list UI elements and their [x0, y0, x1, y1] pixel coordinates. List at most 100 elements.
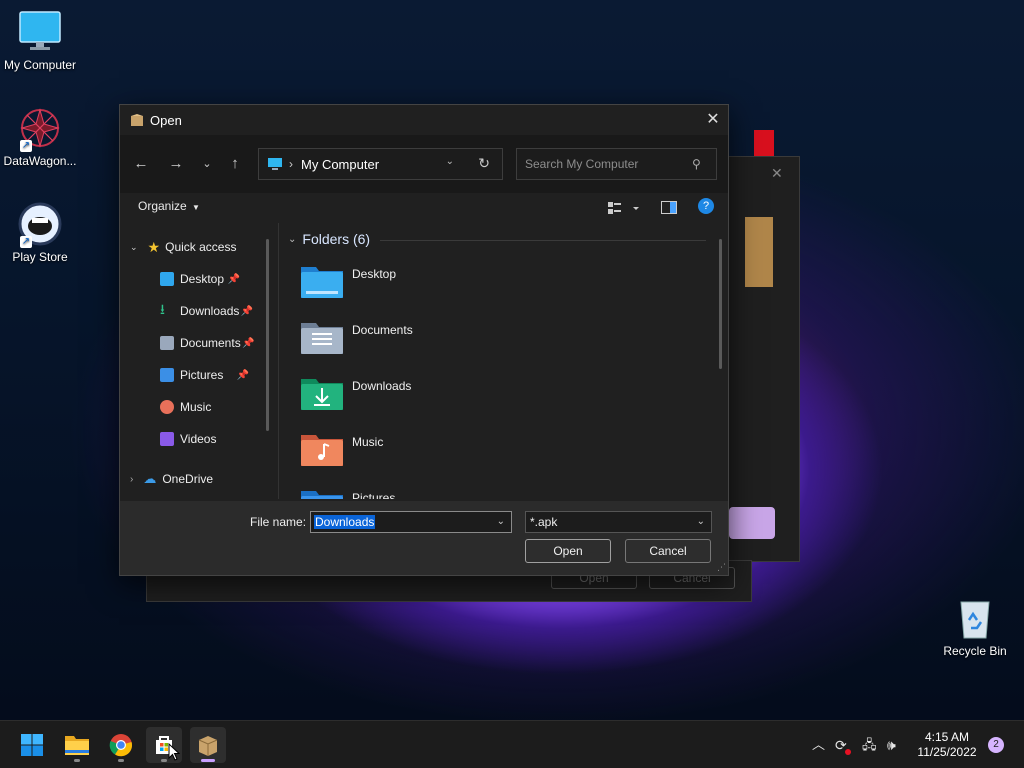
package-box-icon: [745, 217, 773, 287]
file-name-field[interactable]: Downloads ⌄: [310, 511, 512, 533]
sidebar-scrollbar[interactable]: [266, 239, 269, 431]
package-box-icon: [131, 114, 143, 126]
preview-pane-button[interactable]: [661, 201, 677, 217]
forward-button[interactable]: →: [165, 153, 187, 175]
folder-name: Downloads: [352, 379, 412, 393]
resize-grip-icon[interactable]: ⋰: [717, 562, 726, 573]
sync-icon[interactable]: ⟳: [835, 721, 847, 768]
mouse-cursor-icon: [168, 742, 181, 764]
breadcrumb-location[interactable]: My Computer: [301, 157, 379, 172]
desktop-icon-play-store[interactable]: ↗ Play Store: [0, 202, 80, 264]
recycle-bin-icon: [953, 596, 997, 640]
sidebar-item-label: Pictures: [180, 368, 224, 382]
sidebar-item-label: Quick access: [165, 240, 237, 254]
pictures-icon: [160, 368, 174, 382]
up-button[interactable]: ↑: [224, 153, 246, 175]
clock-date: 11/25/2022: [917, 745, 977, 759]
sidebar-item-desktop[interactable]: Desktop 📌: [160, 268, 240, 290]
sidebar-item-music[interactable]: Music: [160, 396, 211, 418]
sidebar-item-documents[interactable]: Documents 📌: [160, 332, 255, 354]
desktop-icon-datawagon[interactable]: ↗ DataWagon...: [0, 106, 80, 168]
taskbar-file-explorer[interactable]: [59, 727, 95, 763]
list-item-music[interactable]: Music: [300, 431, 600, 475]
collapse-chevron-icon[interactable]: ›: [130, 474, 133, 485]
address-field[interactable]: › My Computer ⌄ ↻: [258, 148, 503, 180]
file-name-area: File name: Downloads ⌄ *.apk ⌄ Open Canc…: [120, 501, 728, 575]
folder-name: Pictures: [352, 491, 396, 499]
package-box-icon: [198, 736, 218, 756]
sidebar-item-label: Videos: [180, 432, 217, 446]
address-dropdown-chevron-icon[interactable]: ⌄: [446, 156, 454, 167]
music-folder-icon: [301, 435, 343, 466]
windows-logo-icon: [21, 734, 43, 756]
sidebar-item-pictures[interactable]: Pictures 📌: [160, 364, 249, 386]
taskbar-package-app[interactable]: [190, 727, 226, 763]
sync-error-badge: [845, 749, 851, 755]
folder-icon: [65, 736, 89, 755]
open-button[interactable]: Open: [525, 539, 611, 563]
sidebar-item-quick-access[interactable]: ⌄ ★ Quick access: [130, 236, 236, 258]
list-item-pictures[interactable]: Pictures: [300, 487, 600, 499]
desktop-icon-recycle-bin[interactable]: Recycle Bin: [935, 596, 1015, 658]
chevron-down-icon[interactable]: ⌄: [697, 512, 705, 532]
group-collapse-chevron-icon: ⌄: [288, 233, 297, 245]
monitor-icon: [18, 10, 62, 54]
change-view-button[interactable]: [607, 201, 639, 218]
shortcut-arrow-icon: ↗: [20, 236, 32, 248]
sidebar-item-onedrive[interactable]: › ☁ OneDrive: [130, 468, 213, 490]
network-icon[interactable]: 🖧: [862, 721, 877, 768]
notification-count-badge[interactable]: 2: [988, 737, 1004, 753]
address-bar-row: ← → ⌄ ↑ › My Computer ⌄ ↻ Search My Comp…: [120, 135, 728, 193]
group-header[interactable]: ⌄ Folders (6): [288, 231, 370, 247]
recent-locations-chevron-icon[interactable]: ⌄: [196, 153, 218, 175]
desktop-icon-label: DataWagon...: [3, 154, 77, 168]
refresh-icon[interactable]: ↻: [478, 155, 490, 172]
sidebar-item-downloads[interactable]: ⭳ Downloads 📌: [160, 300, 253, 322]
documents-icon: [160, 336, 174, 350]
taskbar: ︿ ⟳ 🖧 🕪 4:15 AM 11/25/2022 2: [0, 720, 1024, 768]
play-store-icon: ↗: [18, 202, 62, 248]
file-list-scrollbar[interactable]: [719, 239, 722, 369]
search-input[interactable]: Search My Computer: [516, 148, 717, 180]
clock-time: 4:15 AM: [924, 730, 970, 744]
breadcrumb-separator-icon: ›: [289, 157, 293, 171]
help-button[interactable]: ?: [698, 198, 714, 214]
background-window: ✕: [728, 156, 800, 562]
pane-splitter[interactable]: [278, 223, 279, 499]
back-button[interactable]: ←: [130, 153, 152, 175]
dialog-title: Open: [150, 112, 182, 128]
file-type-select[interactable]: *.apk ⌄: [525, 511, 712, 533]
close-button[interactable]: ✕: [698, 105, 728, 135]
expand-chevron-icon[interactable]: ⌄: [130, 242, 138, 253]
organize-label: Organize: [138, 199, 187, 213]
list-item-downloads[interactable]: Downloads: [300, 375, 600, 419]
sidebar-item-videos[interactable]: Videos: [160, 428, 216, 450]
cancel-button[interactable]: Cancel: [625, 539, 711, 563]
view-grid-icon: [608, 202, 639, 214]
group-title: Folders (6): [302, 231, 371, 247]
datawagon-logo-icon: ↗: [18, 106, 62, 152]
list-item-desktop[interactable]: Desktop: [300, 263, 600, 307]
downloads-icon: ⭳: [160, 301, 165, 317]
organize-menu[interactable]: Organize ▼: [138, 199, 200, 213]
close-icon[interactable]: ✕: [771, 165, 783, 182]
file-type-value: *.apk: [530, 515, 558, 529]
background-action-button[interactable]: [729, 507, 775, 539]
pin-icon: 📌: [240, 305, 254, 317]
system-clock[interactable]: 4:15 AM 11/25/2022: [912, 730, 982, 760]
chevron-down-icon[interactable]: ⌄: [497, 512, 505, 532]
videos-icon: [160, 432, 174, 446]
file-list: ⌄ Folders (6) Desktop Documents Download…: [280, 223, 726, 499]
list-item-documents[interactable]: Documents: [300, 319, 600, 363]
music-icon: [160, 400, 174, 414]
desktop-icon-label: My Computer: [3, 58, 77, 72]
taskbar-chrome[interactable]: [103, 727, 139, 763]
group-divider: [380, 240, 706, 241]
pin-icon: 📌: [242, 337, 255, 349]
toolbar: Organize ▼ ?: [120, 193, 728, 221]
desktop-icon-my-computer[interactable]: My Computer: [0, 10, 80, 72]
start-button[interactable]: [14, 727, 50, 763]
sidebar-item-label: Music: [180, 400, 212, 414]
volume-icon[interactable]: 🕪: [887, 721, 896, 768]
show-hidden-icons-chevron-icon[interactable]: ︿: [812, 721, 825, 768]
